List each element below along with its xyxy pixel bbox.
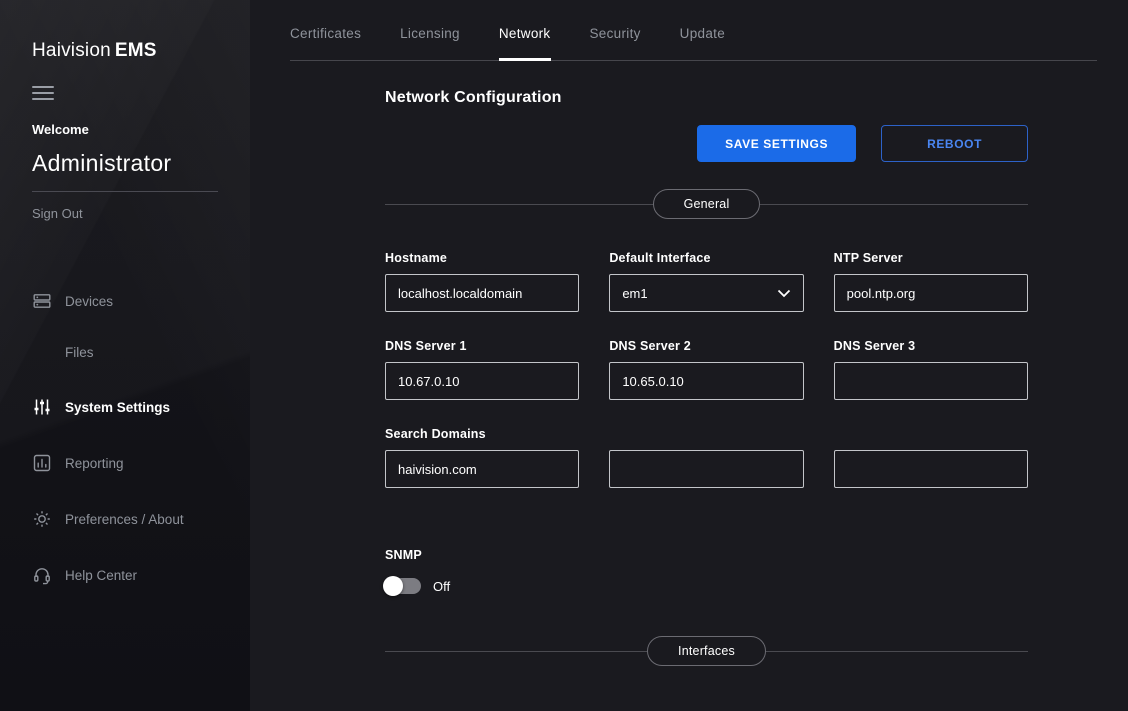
save-settings-button[interactable]: SAVE SETTINGS — [697, 125, 856, 162]
app-window: HaivisionEMS Welcome Administrator Sign … — [0, 0, 1128, 711]
interfaces-section-divider: Interfaces — [385, 636, 1028, 666]
sidebar-item-devices[interactable]: Devices — [32, 281, 218, 321]
reboot-button[interactable]: REBOOT — [881, 125, 1028, 162]
gear-icon — [32, 509, 52, 529]
chevron-down-icon — [777, 289, 791, 298]
general-section-divider: General — [385, 189, 1028, 219]
main-content: Certificates Licensing Network Security … — [250, 0, 1128, 711]
sidebar-item-label: Devices — [65, 294, 113, 309]
sidebar-item-reporting[interactable]: Reporting — [32, 443, 218, 483]
sidebar-divider — [32, 191, 218, 192]
tab-certificates[interactable]: Certificates — [290, 0, 361, 60]
dns-server-2-input[interactable] — [609, 362, 803, 400]
headset-icon — [32, 565, 52, 585]
default-interface-value: em1 — [622, 286, 647, 301]
page-title: Network Configuration — [385, 89, 1028, 107]
ntp-server-label: NTP Server — [834, 251, 1028, 265]
dns-server-3-label: DNS Server 3 — [834, 339, 1028, 353]
bar-chart-icon — [32, 453, 52, 473]
snmp-toggle-row: Off — [385, 578, 1028, 594]
default-interface-label: Default Interface — [609, 251, 803, 265]
sidebar: HaivisionEMS Welcome Administrator Sign … — [0, 0, 250, 711]
snmp-toggle-knob — [383, 576, 403, 596]
sliders-icon — [32, 397, 52, 417]
interfaces-section-toggle[interactable]: Interfaces — [647, 636, 766, 666]
devices-icon — [32, 291, 52, 311]
dns-server-1-label: DNS Server 1 — [385, 339, 579, 353]
hamburger-menu-icon[interactable] — [32, 86, 54, 100]
sidebar-item-label: Files — [65, 345, 94, 360]
app-logo: HaivisionEMS — [32, 40, 218, 62]
tab-update[interactable]: Update — [680, 0, 725, 60]
sign-out-link[interactable]: Sign Out — [32, 206, 83, 221]
dns-server-3-field: DNS Server 3 — [834, 339, 1028, 400]
dns-server-2-label: DNS Server 2 — [609, 339, 803, 353]
sidebar-item-label: System Settings — [65, 400, 170, 415]
hostname-input[interactable] — [385, 274, 579, 312]
username: Administrator — [32, 150, 218, 177]
logo-product: EMS — [115, 40, 157, 61]
ntp-server-input[interactable] — [834, 274, 1028, 312]
ntp-server-field: NTP Server — [834, 251, 1028, 312]
tab-bar: Certificates Licensing Network Security … — [290, 0, 1097, 61]
sidebar-item-preferences[interactable]: Preferences / About — [32, 499, 218, 539]
action-buttons: SAVE SETTINGS REBOOT — [385, 125, 1028, 162]
dns-server-1-field: DNS Server 1 — [385, 339, 579, 400]
general-section-toggle[interactable]: General — [653, 189, 761, 219]
snmp-state-label: Off — [433, 579, 450, 594]
search-domain-3-field — [834, 450, 1028, 488]
hostname-field: Hostname — [385, 251, 579, 312]
tab-security[interactable]: Security — [590, 0, 641, 60]
search-domains-field: Search Domains — [385, 427, 579, 488]
sidebar-nav: Devices Files System Settings — [32, 281, 218, 595]
hostname-label: Hostname — [385, 251, 579, 265]
search-domain-2-field — [609, 450, 803, 488]
search-domains-input[interactable] — [385, 450, 579, 488]
snmp-label: SNMP — [385, 548, 1028, 562]
sidebar-item-label: Preferences / About — [65, 512, 184, 527]
tab-licensing[interactable]: Licensing — [400, 0, 460, 60]
sidebar-item-system-settings[interactable]: System Settings — [32, 387, 218, 427]
general-form: Hostname Default Interface em1 NTP Serve… — [385, 251, 1028, 488]
snmp-toggle[interactable] — [385, 578, 421, 594]
search-domains-label: Search Domains — [385, 427, 579, 441]
sidebar-item-label: Reporting — [65, 456, 124, 471]
dns-server-3-input[interactable] — [834, 362, 1028, 400]
default-interface-select[interactable]: em1 — [609, 274, 803, 312]
welcome-label: Welcome — [32, 122, 218, 137]
snmp-block: SNMP Off — [385, 548, 1028, 594]
sidebar-item-label: Help Center — [65, 568, 137, 583]
network-configuration-panel: Network Configuration SAVE SETTINGS REBO… — [385, 89, 1028, 666]
search-domain-3-input[interactable] — [834, 450, 1028, 488]
sidebar-item-files[interactable]: Files — [32, 337, 218, 367]
sidebar-item-help-center[interactable]: Help Center — [32, 555, 218, 595]
dns-server-1-input[interactable] — [385, 362, 579, 400]
dns-server-2-field: DNS Server 2 — [609, 339, 803, 400]
logo-brand: Haivision — [32, 40, 111, 61]
tab-network[interactable]: Network — [499, 0, 551, 60]
default-interface-field: Default Interface em1 — [609, 251, 803, 312]
search-domain-2-input[interactable] — [609, 450, 803, 488]
